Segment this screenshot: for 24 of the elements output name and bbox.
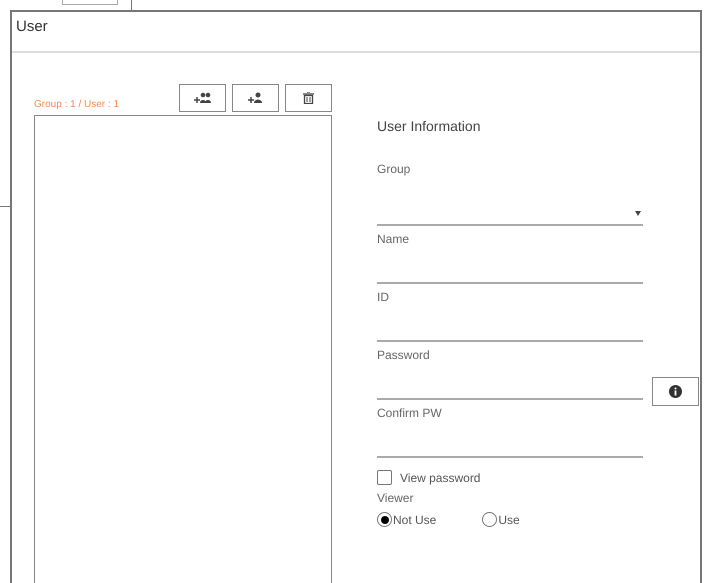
field-label: Group bbox=[377, 162, 412, 176]
add-user-icon bbox=[248, 92, 264, 104]
field-label: Name bbox=[377, 232, 410, 246]
delete-button[interactable] bbox=[285, 84, 332, 112]
viewer-label: Viewer bbox=[377, 491, 414, 505]
radio-button[interactable] bbox=[482, 512, 498, 527]
add-group-button[interactable] bbox=[179, 84, 226, 112]
radio-label: Use bbox=[498, 512, 520, 526]
dropdown-arrow-icon bbox=[635, 211, 641, 216]
user-count: Group : 1 / User : 1 bbox=[34, 99, 120, 110]
radio-label: Not Use bbox=[393, 512, 436, 526]
field-label: Password bbox=[377, 348, 431, 362]
checkbox-label: View password bbox=[400, 470, 480, 484]
trash-icon bbox=[303, 92, 314, 104]
field-label: Confirm PW bbox=[377, 406, 443, 420]
info-icon bbox=[669, 385, 682, 398]
window-title: User bbox=[16, 18, 48, 35]
field-label: ID bbox=[377, 290, 390, 304]
add-user-button[interactable] bbox=[232, 84, 279, 112]
radio-button[interactable] bbox=[377, 512, 392, 527]
checkbox[interactable] bbox=[377, 470, 392, 485]
info-button[interactable] bbox=[652, 377, 699, 406]
section-title: User Information bbox=[377, 118, 482, 136]
add-group-icon bbox=[194, 92, 212, 104]
